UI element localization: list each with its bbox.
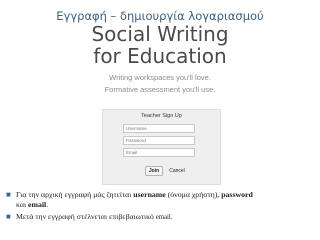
email-input[interactable] bbox=[123, 148, 195, 157]
filled-square-bullet-icon: ■ bbox=[6, 212, 11, 221]
password-input[interactable] bbox=[123, 136, 195, 145]
tagline-line1: Writing workspaces you'll love. bbox=[109, 73, 211, 82]
bullet2-email: email bbox=[155, 214, 171, 221]
join-button[interactable]: Join bbox=[145, 166, 163, 176]
bullet-item-confirmation-email: ■ Μετά την εγγραφή στέλνεται επιβεβαιωτι… bbox=[6, 212, 314, 223]
slide-title: Εγγραφή – δημιουργία λογαριασμού bbox=[56, 9, 264, 23]
bullet1-text-3: και bbox=[16, 200, 28, 209]
bullet1-username: username bbox=[133, 190, 166, 199]
bullet2-end: . bbox=[170, 212, 173, 221]
bullet1-password: password bbox=[221, 190, 253, 199]
bullet2-text: Μετά την εγγραφή στέλνεται επιβεβαιωτικό bbox=[16, 212, 156, 221]
teacher-signup-form: Teacher Sign Up Join Cancel bbox=[102, 109, 221, 185]
bullet-list: ■ Για την αρχική εγγραφή μάς ζητείται us… bbox=[6, 190, 314, 225]
bullet-item-signup-fields: ■ Για την αρχική εγγραφή μάς ζητείται us… bbox=[6, 190, 314, 210]
bullet1-email: email bbox=[28, 200, 47, 209]
filled-square-bullet-icon: ■ bbox=[6, 190, 11, 199]
bullet1-text: Για την αρχική εγγραφή μάς ζητείται bbox=[16, 190, 134, 199]
bullet1-text-2: (όνομα χρήστη), bbox=[165, 190, 222, 199]
tagline-line2: Formative assessment you'll use. bbox=[104, 85, 216, 94]
product-title: Social Writing for Education bbox=[0, 23, 320, 67]
bullet1-end: . bbox=[46, 200, 49, 209]
signup-heading: Teacher Sign Up bbox=[141, 113, 182, 119]
product-title-line2: for Education bbox=[93, 44, 227, 68]
username-input[interactable] bbox=[123, 124, 195, 133]
product-title-line1: Social Writing bbox=[91, 22, 229, 46]
cancel-button[interactable]: Cancel bbox=[166, 166, 188, 176]
